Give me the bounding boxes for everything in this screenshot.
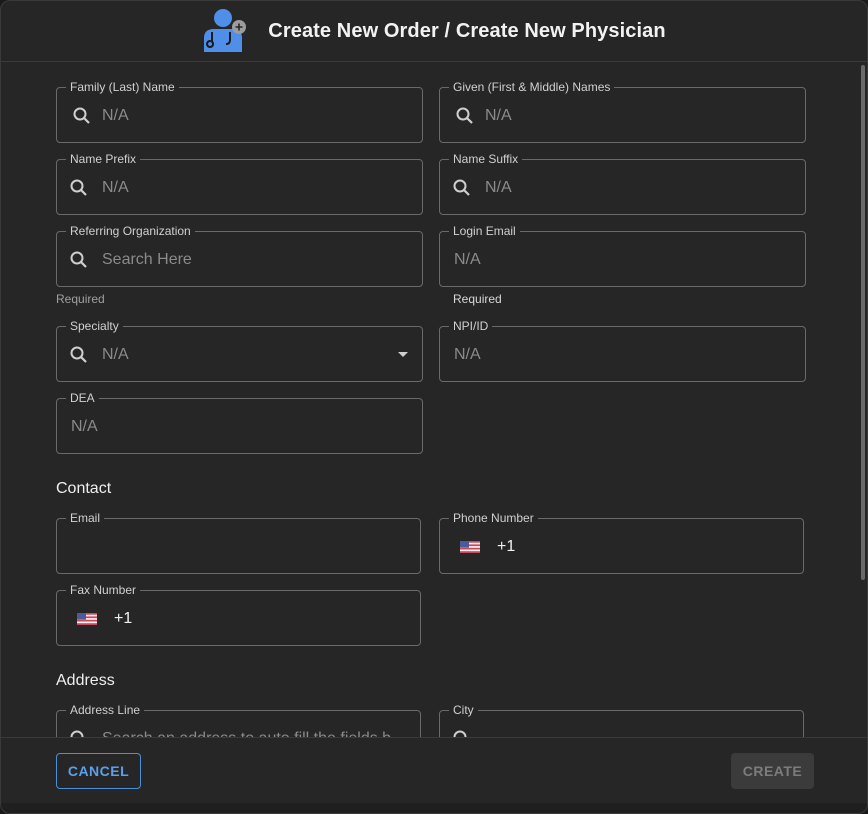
login-email-label: Login Email <box>449 224 520 238</box>
dialog-footer: CANCEL CREATE <box>1 737 867 803</box>
search-icon <box>73 107 90 124</box>
search-icon <box>70 730 84 737</box>
dea-label: DEA <box>66 391 99 405</box>
family-name-input[interactable]: N/A <box>102 105 129 127</box>
name-prefix-field[interactable]: Name Prefix N/A <box>56 152 423 215</box>
address-line-input[interactable]: Search an address to auto fill the field… <box>102 728 402 737</box>
login-email-helper: Required <box>453 292 502 306</box>
name-suffix-label: Name Suffix <box>449 152 523 166</box>
dialog-bottom-edge <box>1 803 867 813</box>
given-names-field[interactable]: Given (First & Middle) Names N/A <box>439 80 806 143</box>
city-field[interactable]: City <box>439 703 804 737</box>
chevron-down-icon[interactable] <box>398 352 408 357</box>
search-icon <box>453 730 467 737</box>
email-label: Email <box>66 511 105 525</box>
specialty-input[interactable]: N/A <box>102 344 129 366</box>
family-name-label: Family (Last) Name <box>66 80 179 94</box>
city-label: City <box>449 703 478 717</box>
search-icon <box>453 179 470 196</box>
address-line-field[interactable]: Address Line Search an address to auto f… <box>56 703 421 737</box>
phone-number-label: Phone Number <box>449 511 538 525</box>
referring-organization-helper: Required <box>56 292 105 306</box>
dialog-header: Create New Order / Create New Physician <box>1 1 867 62</box>
physician-add-icon <box>204 9 247 52</box>
fax-number-field[interactable]: Fax Number +1 <box>56 583 421 646</box>
name-suffix-field[interactable]: Name Suffix N/A <box>439 152 806 215</box>
cancel-button[interactable]: CANCEL <box>56 753 141 789</box>
fax-number-input[interactable]: +1 <box>114 608 132 630</box>
name-prefix-label: Name Prefix <box>66 152 141 166</box>
referring-organization-field[interactable]: Referring Organization Search Here <box>56 224 423 287</box>
dea-input[interactable]: N/A <box>71 416 98 438</box>
given-names-label: Given (First & Middle) Names <box>449 80 615 94</box>
search-icon <box>70 179 87 196</box>
name-prefix-input[interactable]: N/A <box>102 177 129 199</box>
phone-number-input[interactable]: +1 <box>497 536 515 558</box>
create-physician-dialog: Create New Order / Create New Physician … <box>0 0 868 814</box>
dialog-title: Create New Order / Create New Physician <box>268 19 666 42</box>
address-line-label: Address Line <box>66 703 145 717</box>
npi-id-input[interactable]: N/A <box>454 344 481 366</box>
specialty-select[interactable]: Specialty N/A <box>56 319 423 382</box>
specialty-label: Specialty <box>66 319 123 333</box>
family-name-field[interactable]: Family (Last) Name N/A <box>56 80 423 143</box>
npi-id-field[interactable]: NPI/ID N/A <box>439 319 806 382</box>
us-flag-icon[interactable] <box>77 613 97 625</box>
phone-number-field[interactable]: Phone Number +1 <box>439 511 804 574</box>
npi-id-label: NPI/ID <box>449 319 493 333</box>
dea-field[interactable]: DEA N/A <box>56 391 423 454</box>
given-names-input[interactable]: N/A <box>485 105 512 127</box>
login-email-field[interactable]: Login Email N/A <box>439 224 806 287</box>
email-field[interactable]: Email <box>56 511 421 574</box>
name-suffix-input[interactable]: N/A <box>485 177 512 199</box>
search-icon <box>456 107 473 124</box>
search-icon <box>70 346 87 363</box>
dialog-body[interactable]: Family (Last) Name N/A Given (First & Mi… <box>1 62 867 737</box>
fax-number-label: Fax Number <box>66 583 141 597</box>
referring-organization-label: Referring Organization <box>66 224 195 238</box>
create-button[interactable]: CREATE <box>731 753 814 789</box>
vertical-scrollbar[interactable] <box>861 65 865 580</box>
address-heading: Address <box>56 672 115 689</box>
referring-organization-input[interactable]: Search Here <box>102 249 192 271</box>
contact-heading: Contact <box>56 480 112 497</box>
search-icon <box>70 251 87 268</box>
us-flag-icon[interactable] <box>460 541 480 553</box>
login-email-input[interactable]: N/A <box>454 249 481 271</box>
